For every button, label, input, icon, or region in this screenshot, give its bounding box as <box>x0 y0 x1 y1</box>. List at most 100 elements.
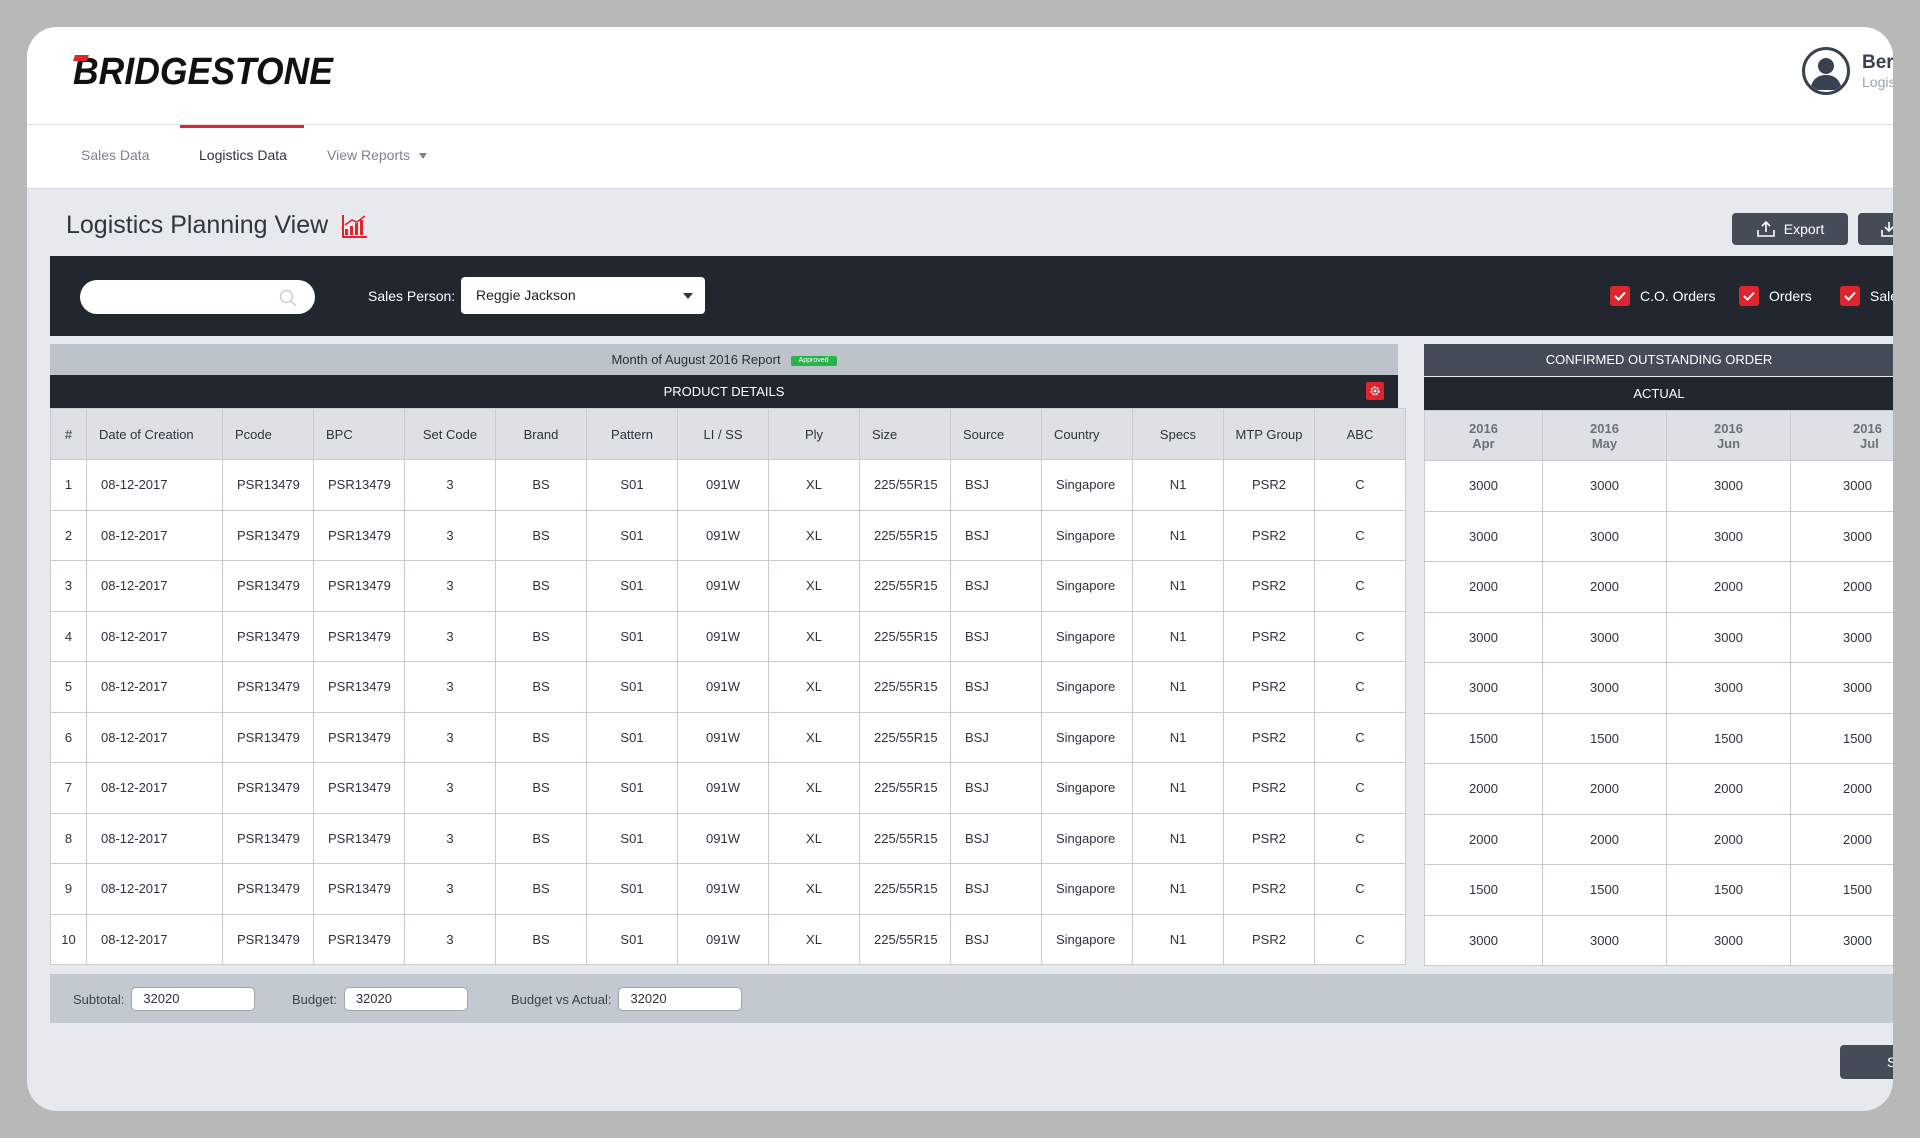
checkbox-label: C.O. Orders <box>1640 288 1716 304</box>
gear-icon[interactable] <box>1366 382 1384 400</box>
table-cell: PSR2 <box>1223 509 1315 561</box>
table-cell: 225/55R15 <box>859 863 951 915</box>
month-column-header[interactable]: 2016 Jun <box>1666 410 1791 461</box>
table-cell: BSJ <box>950 762 1042 814</box>
table-cell: 7 <box>50 762 87 814</box>
column-header[interactable]: Set Code <box>404 408 496 460</box>
table-cell: XL <box>768 711 860 763</box>
column-header[interactable]: ABC <box>1314 408 1406 460</box>
table-cell: 2000 <box>1790 813 1893 865</box>
table-cell: 3000 <box>1790 914 1893 966</box>
month-column-header[interactable]: 2016 May <box>1542 410 1667 461</box>
table-row[interactable]: 3 08-12-2017 PSR13479 PSR13479 3 BS S01 091W XL 2… <box>50 560 1406 612</box>
column-header[interactable]: Source <box>950 408 1042 460</box>
table-row[interactable]: 2 08-12-2017 PSR13479 PSR13479 3 BS S01 091W XL 2… <box>50 509 1406 561</box>
avatar[interactable] <box>1802 47 1850 95</box>
sales-person-select[interactable]: Reggie Jackson <box>461 277 705 314</box>
subtotal-label: Subtotal: <box>73 991 125 1007</box>
table-cell: 3000 <box>1790 662 1893 714</box>
table-row[interactable]: 3000 3000 3000 3000 <box>1424 914 1893 966</box>
table-row[interactable]: 9 08-12-2017 PSR13479 PSR13479 3 BS S01 091W XL 2… <box>50 863 1406 915</box>
table-cell: XL <box>768 610 860 662</box>
table-cell: 2000 <box>1666 763 1791 815</box>
download-button[interactable] <box>1858 213 1893 245</box>
table-cell: PSR2 <box>1223 812 1315 864</box>
tab-logistics-data[interactable]: Logistics Data <box>180 125 304 189</box>
column-header[interactable]: Specs <box>1132 408 1224 460</box>
table-cell: PSR13479 <box>313 560 405 612</box>
table-cell: C <box>1314 812 1406 864</box>
checkbox-orders[interactable]: Orders <box>1739 286 1812 306</box>
table-row[interactable]: 3000 3000 3000 3000 <box>1424 611 1893 663</box>
table-cell: Singapore <box>1041 509 1133 561</box>
table-cell: 10 <box>50 913 87 965</box>
table-cell: N1 <box>1132 560 1224 612</box>
table-cell: Singapore <box>1041 610 1133 662</box>
table-cell: 3000 <box>1666 510 1791 562</box>
budget-field[interactable]: 32020 <box>343 987 468 1011</box>
column-header[interactable]: Size <box>859 408 951 460</box>
table-row[interactable]: 4 08-12-2017 PSR13479 PSR13479 3 BS S01 091W XL 2… <box>50 610 1406 662</box>
table-row[interactable]: 3000 3000 3000 3000 <box>1424 662 1893 714</box>
save-button[interactable]: S <box>1840 1045 1893 1079</box>
table-cell: PSR2 <box>1223 913 1315 965</box>
tab-view-reports[interactable]: View Reports <box>327 125 428 189</box>
column-header[interactable]: Country <box>1041 408 1133 460</box>
table-row[interactable]: 2000 2000 2000 2000 <box>1424 561 1893 613</box>
column-header[interactable]: Ply <box>768 408 860 460</box>
table-header-row: # Date of Creation Pcode BPC Set Code Br… <box>50 408 1406 460</box>
table-cell: S01 <box>586 610 678 662</box>
table-cell: 1500 <box>1424 712 1543 764</box>
subtotal-field[interactable]: 32020 <box>131 987 256 1011</box>
table-cell: N1 <box>1132 812 1224 864</box>
checkbox-co-orders[interactable]: C.O. Orders <box>1610 286 1715 306</box>
bridgestone-logo[interactable]: BRIDGESTONE <box>69 51 339 91</box>
table-cell: BS <box>495 509 587 561</box>
table-cell: 08-12-2017 <box>86 863 223 915</box>
table-row[interactable]: 1 08-12-2017 PSR13479 PSR13479 3 BS S01 091W XL 2… <box>50 459 1406 511</box>
table-row[interactable]: 3000 3000 3000 3000 <box>1424 460 1893 512</box>
column-header[interactable]: # <box>50 408 87 460</box>
top-header: BRIDGESTONE Ber Logis <box>27 27 1893 125</box>
table-row[interactable]: 2000 2000 2000 2000 <box>1424 763 1893 815</box>
table-cell: PSR13479 <box>313 459 405 511</box>
column-header[interactable]: Date of Creation <box>86 408 223 460</box>
table-cell: BSJ <box>950 913 1042 965</box>
table-cell: BS <box>495 762 587 814</box>
table-row[interactable]: 2000 2000 2000 2000 <box>1424 813 1893 865</box>
table-cell: 225/55R15 <box>859 762 951 814</box>
table-row[interactable]: 1500 1500 1500 1500 <box>1424 712 1893 764</box>
column-header[interactable]: BPC <box>313 408 405 460</box>
column-header[interactable]: LI / SS <box>677 408 769 460</box>
export-button[interactable]: Export <box>1732 213 1848 245</box>
table-cell: PSR2 <box>1223 863 1315 915</box>
month-column-header[interactable]: 2016 Jul <box>1790 410 1893 461</box>
search-input[interactable] <box>80 280 315 314</box>
table-cell: Singapore <box>1041 560 1133 612</box>
table-row[interactable]: 7 08-12-2017 PSR13479 PSR13479 3 BS S01 091W XL 2… <box>50 762 1406 814</box>
table-row[interactable]: 6 08-12-2017 PSR13479 PSR13479 3 BS S01 091W XL 2… <box>50 711 1406 763</box>
table-row[interactable]: 3000 3000 3000 3000 <box>1424 510 1893 562</box>
column-header[interactable]: Pcode <box>222 408 314 460</box>
budget-vs-actual-field[interactable]: 32020 <box>618 987 743 1011</box>
table-cell: Singapore <box>1041 711 1133 763</box>
table-cell: 3 <box>404 459 496 511</box>
report-header: Month of August 2016 Report Approved <box>50 344 1398 375</box>
chevron-down-icon <box>419 153 428 160</box>
checkbox-sales[interactable]: Sales <box>1840 286 1893 306</box>
table-row[interactable]: 8 08-12-2017 PSR13479 PSR13479 3 BS S01 091W XL 2… <box>50 812 1406 864</box>
table-cell: C <box>1314 913 1406 965</box>
svg-text:BRIDGESTONE: BRIDGESTONE <box>73 51 335 91</box>
tab-sales-data[interactable]: Sales Data <box>81 125 149 189</box>
tab-logistics-data-label: Logistics Data <box>199 147 287 163</box>
table-row[interactable]: 5 08-12-2017 PSR13479 PSR13479 3 BS S01 091W XL 2… <box>50 661 1406 713</box>
table-cell: 1500 <box>1790 864 1893 916</box>
column-header[interactable]: Brand <box>495 408 587 460</box>
column-header[interactable]: MTP Group <box>1223 408 1315 460</box>
column-header[interactable]: Pattern <box>586 408 678 460</box>
month-column-header[interactable]: 2016 Apr <box>1424 410 1543 461</box>
table-cell: BSJ <box>950 560 1042 612</box>
table-row[interactable]: 10 08-12-2017 PSR13479 PSR13479 3 BS S01 091W XL… <box>50 913 1406 965</box>
table-row[interactable]: 1500 1500 1500 1500 <box>1424 864 1893 916</box>
user-menu[interactable]: Ber Logis <box>1802 47 1893 95</box>
